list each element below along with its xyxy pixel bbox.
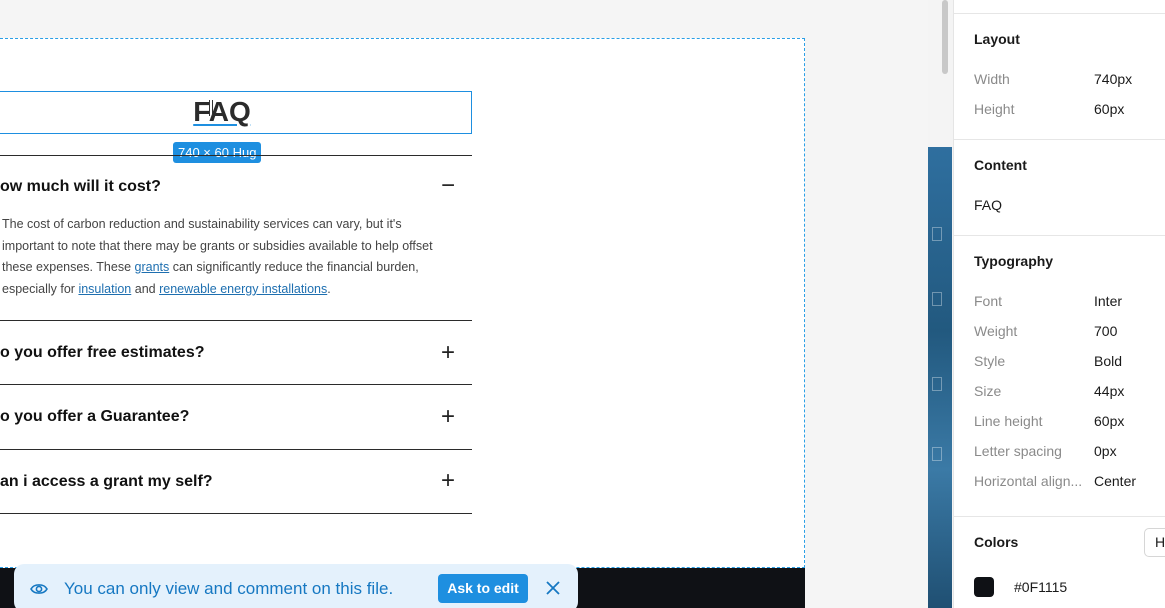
height-label: Height <box>974 101 1015 117</box>
faq-question[interactable]: o you offer a Guarantee? <box>0 408 189 426</box>
building-window <box>932 227 942 241</box>
building-window <box>932 447 942 461</box>
divider <box>0 513 472 514</box>
collapse-icon[interactable]: − <box>437 174 459 198</box>
building-window <box>932 292 942 306</box>
horizontal-align-value[interactable]: Center <box>1094 473 1136 489</box>
content-value[interactable]: FAQ <box>974 197 1002 213</box>
canvas-empty-area[interactable] <box>805 0 928 608</box>
expand-icon[interactable]: + <box>437 469 459 493</box>
colors-heading: Colors <box>974 534 1019 550</box>
panel-divider <box>954 13 1165 14</box>
toast-message: You can only view and comment on this fi… <box>64 579 394 598</box>
color-swatch[interactable] <box>974 577 994 597</box>
layout-heading: Layout <box>974 31 1020 47</box>
weight-value[interactable]: 700 <box>1094 323 1117 339</box>
divider <box>0 384 472 385</box>
ask-to-edit-button[interactable]: Ask to edit <box>438 574 528 603</box>
faq-question[interactable]: ow much will it cost? <box>0 178 161 196</box>
letter-spacing-label: Letter spacing <box>974 443 1062 459</box>
canvas-scrollbar[interactable] <box>942 0 948 74</box>
font-value[interactable]: Inter <box>1094 293 1122 309</box>
divider <box>0 155 472 156</box>
panel-divider <box>954 235 1165 236</box>
dimension-badge: 740 × 60 Hug <box>173 142 262 163</box>
horizontal-align-label: Horizontal align... <box>974 473 1083 489</box>
width-value[interactable]: 740px <box>1094 71 1132 87</box>
color-hex-value[interactable]: #0F1115 <box>1014 579 1067 595</box>
grants-link[interactable]: grants <box>135 260 170 274</box>
font-label: Font <box>974 293 1003 309</box>
width-label: Width <box>974 71 1010 87</box>
size-label: Size <box>974 383 1002 399</box>
style-value[interactable]: Bold <box>1094 353 1122 369</box>
divider <box>0 320 472 321</box>
insulation-link[interactable]: insulation <box>78 282 131 296</box>
faq-answer: The cost of carbon reduction and sustain… <box>2 217 433 296</box>
letter-spacing-value[interactable]: 0px <box>1094 443 1117 459</box>
panel-divider <box>954 139 1165 140</box>
building-window <box>932 377 942 391</box>
color-format-button[interactable]: H <box>1144 528 1165 557</box>
divider <box>0 449 472 450</box>
line-height-label: Line height <box>974 413 1043 429</box>
expand-icon[interactable]: + <box>437 341 459 365</box>
line-height-value[interactable]: 60px <box>1094 413 1124 429</box>
size-value[interactable]: 44px <box>1094 383 1124 399</box>
adjacent-frame-image[interactable] <box>928 147 952 608</box>
close-icon[interactable] <box>544 579 562 597</box>
faq-question[interactable]: o you offer free estimates? <box>0 344 205 362</box>
inspect-panel: Layout Width 740px Height 60px Content F… <box>953 0 1165 608</box>
view-only-toast: You can only view and comment on this fi… <box>14 564 578 608</box>
style-label: Style <box>974 353 1006 369</box>
weight-label: Weight <box>974 323 1018 339</box>
faq-heading[interactable]: FAQ <box>0 93 444 131</box>
renewable-energy-link[interactable]: renewable energy installations <box>159 282 327 296</box>
height-value[interactable]: 60px <box>1094 101 1124 117</box>
typography-heading: Typography <box>974 253 1054 269</box>
expand-icon[interactable]: + <box>437 405 459 429</box>
content-heading: Content <box>974 157 1027 173</box>
panel-divider <box>954 516 1165 517</box>
faq-question[interactable]: an i access a grant my self? <box>0 473 213 491</box>
eye-icon <box>30 584 48 594</box>
text-cursor-icon <box>209 100 213 116</box>
